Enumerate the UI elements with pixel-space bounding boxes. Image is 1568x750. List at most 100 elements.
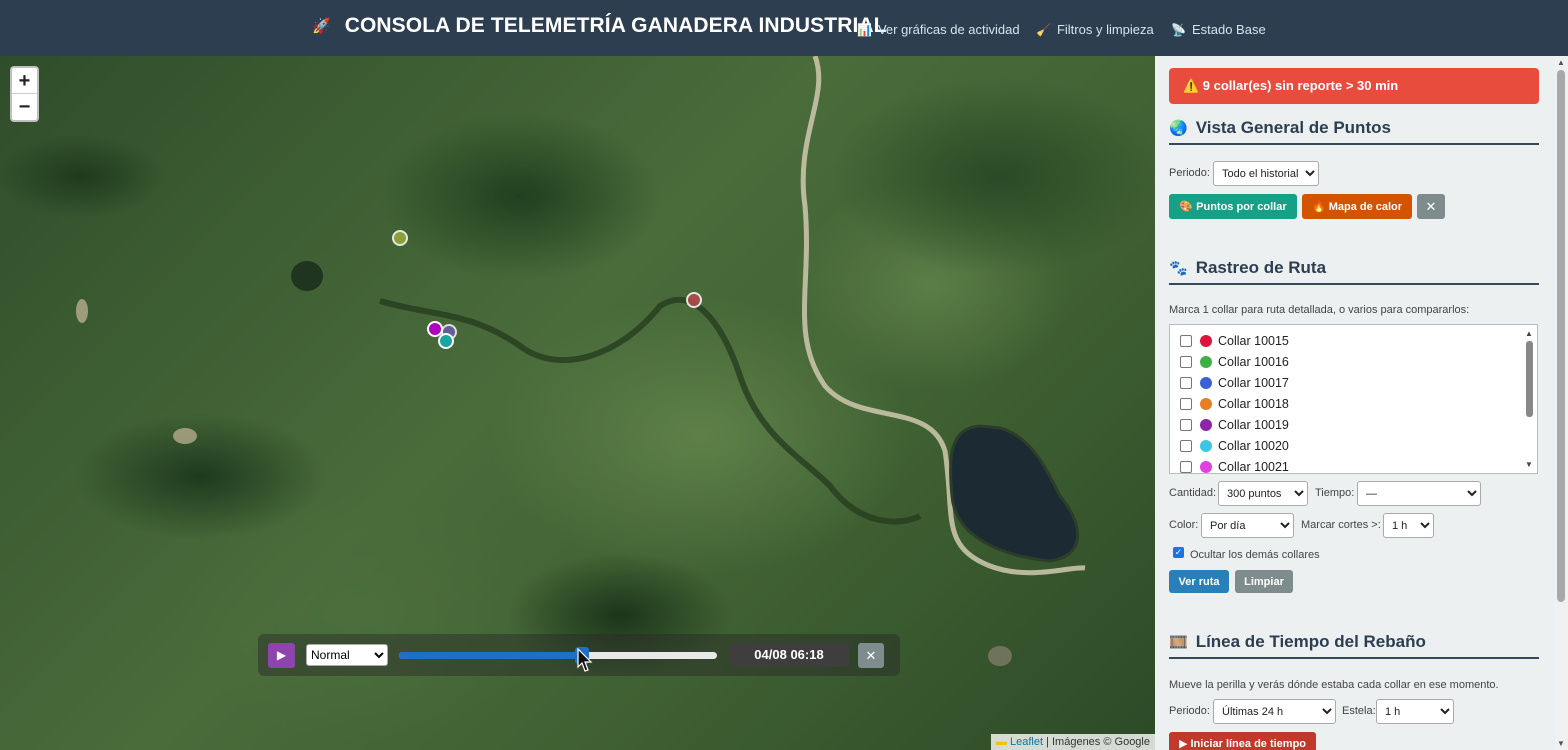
page-scroll-up-icon[interactable]: ▲ xyxy=(1557,58,1565,67)
scroll-down-icon[interactable]: ▼ xyxy=(1525,460,1533,469)
speed-select[interactable]: Normal xyxy=(306,644,388,666)
collar-list-scrollbar[interactable]: ▲ ▼ xyxy=(1525,329,1535,469)
timeline-header: 🎞️ Línea de Tiempo del Rebaño xyxy=(1169,632,1539,659)
mouse-cursor-icon xyxy=(577,648,593,672)
time-select[interactable]: — xyxy=(1357,481,1481,506)
timeline-slider[interactable] xyxy=(399,647,717,664)
list-item[interactable]: Collar 10017 xyxy=(1180,372,1289,393)
timeline-title: Línea de Tiempo del Rebaño xyxy=(1195,632,1426,651)
collar-label: Collar 10015 xyxy=(1218,333,1289,348)
heatmap-button[interactable]: 🔥 Mapa de calor xyxy=(1302,194,1412,219)
collar-color-dot xyxy=(1200,418,1212,431)
marker-red[interactable] xyxy=(686,292,702,308)
timeline-period-select[interactable]: Últimas 24 h xyxy=(1213,699,1336,724)
start-timeline-button[interactable]: ▶ Iniciar línea de tiempo xyxy=(1169,732,1316,750)
link-activity-charts-label: Ver gráficas de actividad xyxy=(877,22,1020,37)
collar-color-dot xyxy=(1200,397,1212,410)
collar-label: Collar 10018 xyxy=(1218,396,1289,411)
points-by-collar-button[interactable]: 🎨 Puntos por collar xyxy=(1169,194,1297,219)
collar-checkbox[interactable] xyxy=(1180,334,1192,347)
list-item[interactable]: Collar 10019 xyxy=(1180,414,1289,435)
collar-color-dot xyxy=(1200,355,1212,368)
overview-header: 🌏 Vista General de Puntos xyxy=(1169,118,1539,145)
timeline-period-label: Periodo: xyxy=(1169,705,1210,717)
trail-select[interactable]: 1 h xyxy=(1376,699,1454,724)
color-select[interactable]: Por día xyxy=(1201,513,1294,538)
page-scroll-thumb[interactable] xyxy=(1557,70,1565,602)
satellite-icon: 📡 xyxy=(1171,22,1186,37)
color-label: Color: xyxy=(1169,519,1199,531)
collar-checkbox[interactable] xyxy=(1180,439,1192,452)
hide-others-checkbox[interactable]: ✓ xyxy=(1173,547,1184,558)
page-scroll-down-icon[interactable]: ▼ xyxy=(1557,739,1565,748)
link-filters[interactable]: 🧹 Filtros y limpieza xyxy=(1036,22,1154,37)
overview-period-label: Periodo: xyxy=(1169,167,1210,179)
collar-label: Collar 10019 xyxy=(1218,417,1289,432)
zoom-in-button[interactable]: + xyxy=(12,68,37,94)
player-close-button[interactable]: ✕ xyxy=(858,643,884,668)
timeline-time: 04/08 06:18 xyxy=(729,643,849,667)
cuts-select[interactable]: 1 h xyxy=(1383,513,1434,538)
leaflet-link[interactable]: Leaflet xyxy=(1010,736,1043,748)
quantity-label: Cantidad: xyxy=(1169,487,1217,499)
collar-checkbox[interactable] xyxy=(1180,376,1192,389)
collar-color-dot xyxy=(1200,376,1212,389)
overview-close-button[interactable]: ✕ xyxy=(1417,194,1445,219)
timeline-slider-fill xyxy=(399,652,582,659)
side-panel: ⚠️ 9 collar(es) sin reporte > 30 min 🌏 V… xyxy=(1155,56,1555,750)
route-header: 🐾 Rastreo de Ruta xyxy=(1169,258,1539,285)
list-item[interactable]: Collar 10016 xyxy=(1180,351,1289,372)
link-filters-label: Filtros y limpieza xyxy=(1056,22,1154,37)
collar-checkbox[interactable] xyxy=(1180,418,1192,431)
view-route-button[interactable]: Ver ruta xyxy=(1169,570,1229,593)
overview-period-select[interactable]: Todo el historial xyxy=(1213,161,1319,186)
top-bar: 🚀 CONSOLA DE TELEMETRÍA GANADERA INDUSTR… xyxy=(0,0,1568,56)
page-scrollbar[interactable]: ▲ ▼ xyxy=(1555,56,1568,750)
link-activity-charts[interactable]: 📊 Ver gráficas de actividad xyxy=(857,22,1020,37)
page-title: CONSOLA DE TELEMETRÍA GANADERA INDUSTRIA… xyxy=(344,14,887,37)
quantity-select[interactable]: 300 puntos xyxy=(1218,481,1308,506)
link-base-status-label: Estado Base xyxy=(1191,22,1266,37)
collar-checkbox[interactable] xyxy=(1180,355,1192,368)
scroll-up-icon[interactable]: ▲ xyxy=(1525,329,1533,338)
map-attribution: ▬ Leaflet | Imágenes © Google xyxy=(990,734,1155,750)
rocket-icon: 🚀 xyxy=(312,18,331,35)
route-hint: Marca 1 collar para ruta detallada, o va… xyxy=(1169,304,1470,316)
overview-title: Vista General de Puntos xyxy=(1195,118,1391,137)
hide-others-label: Ocultar los demás collares xyxy=(1190,549,1320,561)
bar-chart-icon: 📊 xyxy=(857,22,872,37)
collar-label: Collar 10020 xyxy=(1218,438,1289,453)
collar-color-dot xyxy=(1200,439,1212,452)
time-label: Tiempo: xyxy=(1315,487,1355,499)
trail-label: Estela: xyxy=(1342,705,1376,717)
film-icon: 🎞️ xyxy=(1169,634,1188,651)
link-base-status[interactable]: 📡 Estado Base xyxy=(1171,22,1266,37)
timeline-hint: Mueve la perilla y verás dónde estaba ca… xyxy=(1169,679,1499,691)
collar-list-scroll-thumb[interactable] xyxy=(1526,341,1533,417)
marker-olive[interactable] xyxy=(392,230,408,246)
collar-label: Collar 10017 xyxy=(1218,375,1289,390)
globe-icon: 🌏 xyxy=(1169,120,1188,137)
collar-label: Collar 10021 xyxy=(1218,459,1289,474)
offline-alert: ⚠️ 9 collar(es) sin reporte > 30 min xyxy=(1169,68,1539,104)
collar-label: Collar 10016 xyxy=(1218,354,1289,369)
list-item[interactable]: Collar 10015 xyxy=(1180,330,1289,351)
zoom-out-button[interactable]: − xyxy=(12,94,37,120)
play-button[interactable]: ▶ xyxy=(268,643,295,668)
clear-route-button[interactable]: Limpiar xyxy=(1235,570,1293,593)
collar-checkbox[interactable] xyxy=(1180,460,1192,473)
broom-icon: 🧹 xyxy=(1036,22,1051,37)
attribution-text: | Imágenes © Google xyxy=(1046,736,1150,748)
collar-color-dot xyxy=(1200,334,1212,347)
cuts-label: Marcar cortes >: xyxy=(1301,519,1381,531)
list-item[interactable]: Collar 10021 xyxy=(1180,456,1289,474)
list-item[interactable]: Collar 10020 xyxy=(1180,435,1289,456)
zoom-control: + − xyxy=(10,66,39,122)
paw-icon: 🐾 xyxy=(1169,260,1188,277)
list-item[interactable]: Collar 10018 xyxy=(1180,393,1289,414)
collar-list[interactable]: Collar 10015 Collar 10016 Collar 10017 C… xyxy=(1169,324,1538,474)
route-title: Rastreo de Ruta xyxy=(1195,258,1327,277)
marker-teal[interactable] xyxy=(438,333,454,349)
app-title: 🚀 CONSOLA DE TELEMETRÍA GANADERA INDUSTR… xyxy=(312,14,887,38)
collar-checkbox[interactable] xyxy=(1180,397,1192,410)
